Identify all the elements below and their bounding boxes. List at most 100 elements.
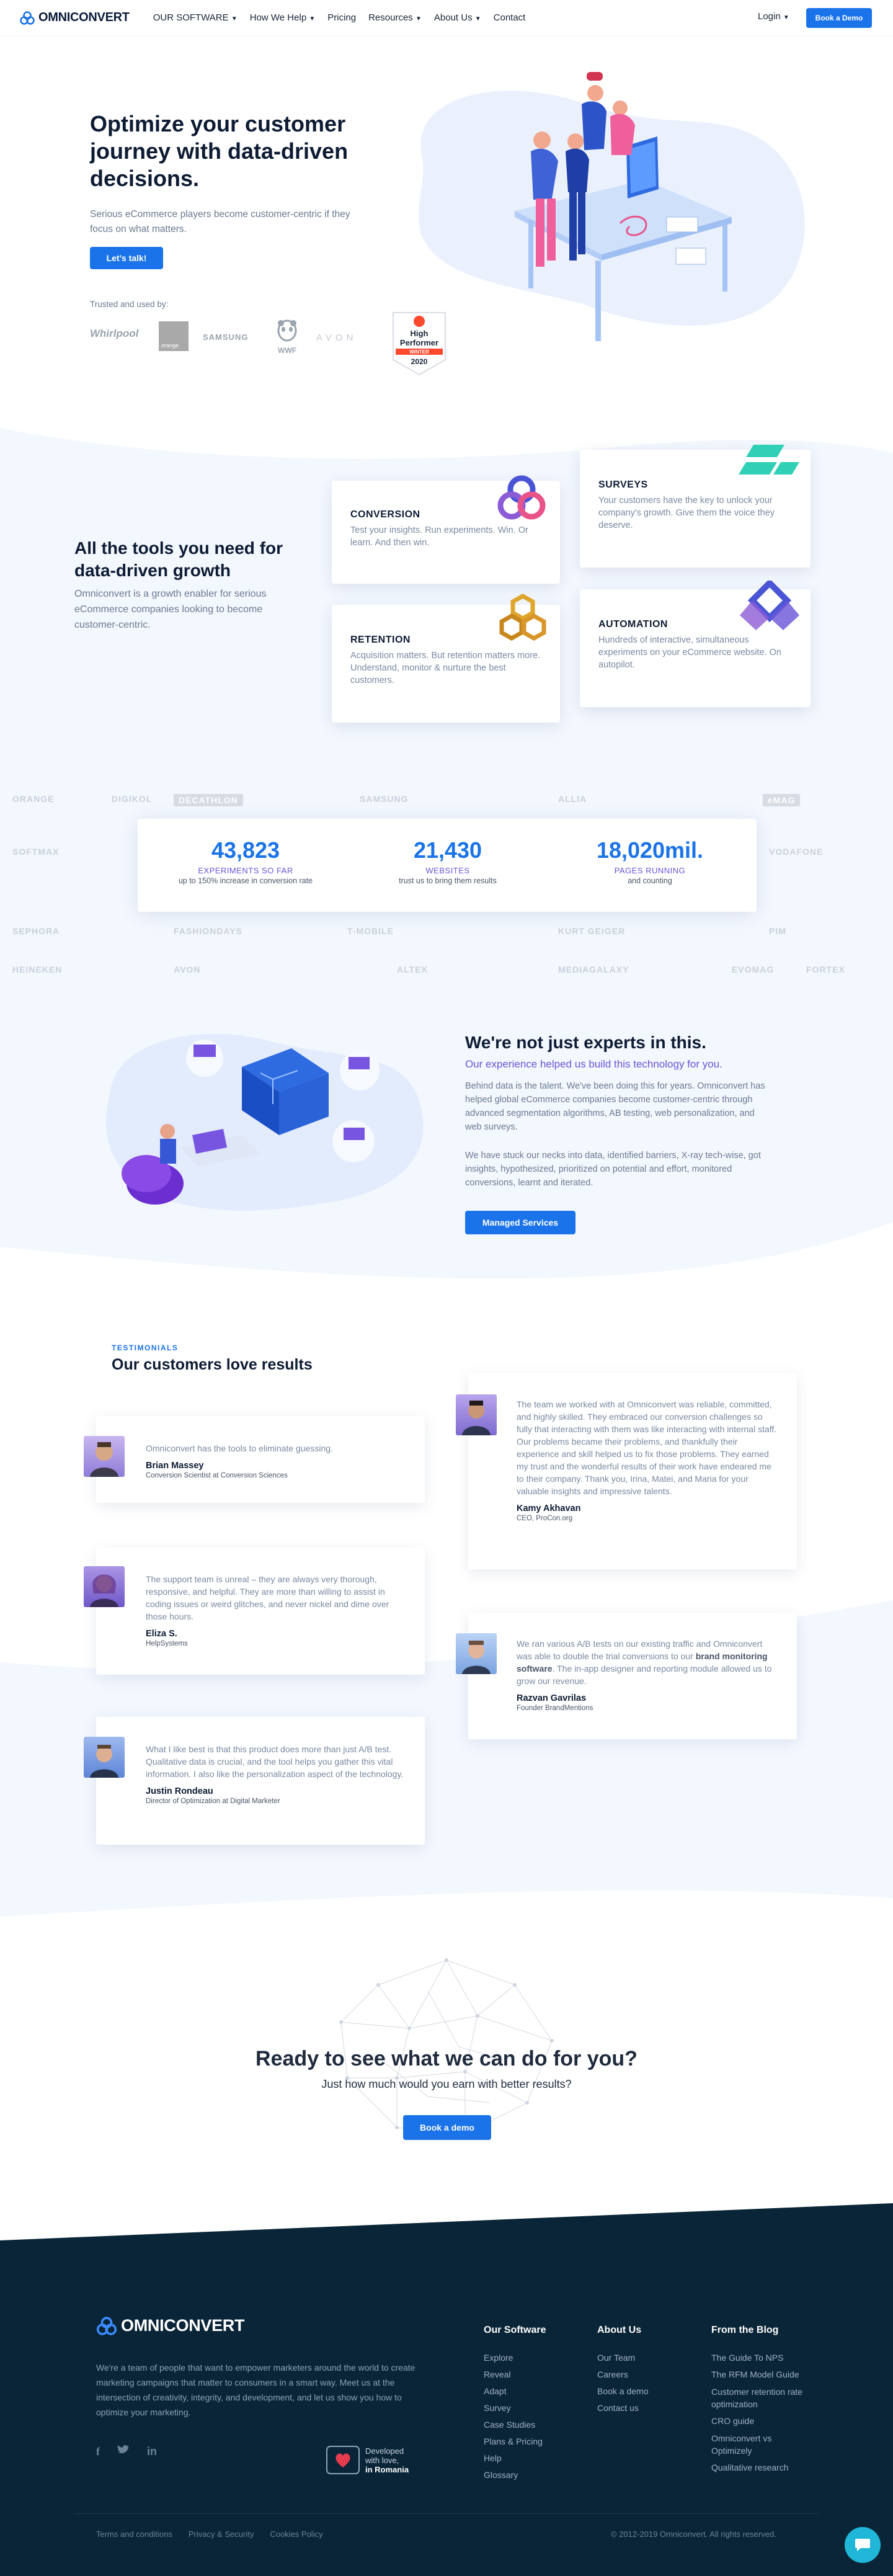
book-a-demo-button[interactable]: Book a demo <box>403 2115 491 2140</box>
footer-link-glossary[interactable]: Glossary <box>484 2467 546 2484</box>
client-logo: ALTEX <box>397 965 428 974</box>
nav-contact[interactable]: Contact <box>494 12 526 23</box>
tool-card-retention[interactable]: RETENTION Acquisition matters. But reten… <box>332 594 560 723</box>
conversion-icon <box>497 475 546 520</box>
testimonial-card: The support team is unreal – they are al… <box>96 1547 425 1675</box>
client-logo: EVOMAG <box>732 965 775 974</box>
book-demo-button[interactable]: Book a Demo <box>806 8 872 28</box>
footer-link-our-team[interactable]: Our Team <box>597 2350 649 2366</box>
footer-column-blog: From the Blog The Guide To NPS The RFM M… <box>711 2325 811 2476</box>
logo-avon: AVON <box>316 332 357 343</box>
footer-link-blog[interactable]: Customer retention rate optimization <box>711 2386 811 2410</box>
footer-divider <box>74 2513 819 2514</box>
footer-wave <box>0 2203 893 2242</box>
nav-our-software-label: OUR SOFTWARE <box>153 12 229 23</box>
chevron-down-icon: ▼ <box>783 14 789 21</box>
nav-about-us-label: About Us <box>433 12 473 23</box>
automation-icon <box>740 581 799 630</box>
stat-websites-label: WEBSITES <box>425 866 470 875</box>
footer: OMNICONVERT We're a team of people that … <box>0 2203 893 2576</box>
badge-season: WINTER <box>409 349 429 355</box>
login-link[interactable]: Login ▼ <box>758 11 789 22</box>
nav-how-we-help[interactable]: How We Help ▼ <box>250 12 316 23</box>
surveys-icon <box>739 445 799 475</box>
stat-websites: 21,430 WEBSITES trust us to bring them r… <box>355 837 541 885</box>
testimonial-role: Director of Optimization at Digital Mark… <box>146 1798 280 1805</box>
tool-card-retention-text: Acquisition matters. But retention matte… <box>350 651 541 685</box>
footer-link-careers[interactable]: Careers <box>597 2366 649 2383</box>
managed-services-button[interactable]: Managed Services <box>465 1211 575 1234</box>
nav-pricing[interactable]: Pricing <box>327 12 356 23</box>
experts-title: We're not just experts in this. <box>465 1033 706 1052</box>
legal-links: Terms and conditions Privacy & Security … <box>96 2529 323 2539</box>
testimonial-text-part: . The in-app designer and reporting modu… <box>517 1664 772 1686</box>
lets-talk-button[interactable]: Let's talk! <box>90 247 163 269</box>
logo-orange: orange <box>159 321 189 351</box>
testimonials-title: Our customers love results <box>112 1356 313 1373</box>
tool-card-automation[interactable]: AUTOMATION Hundreds of interactive, simu… <box>580 581 811 707</box>
twitter-icon[interactable] <box>117 2445 130 2458</box>
experts-paragraph-1: Behind data is the talent. We've been do… <box>465 1081 765 1132</box>
hero-illustration <box>384 68 819 341</box>
avatar <box>84 1436 125 1477</box>
tool-card-surveys[interactable]: SURVEYS Your customers have the key to u… <box>580 445 811 568</box>
footer-link-explore[interactable]: Explore <box>484 2350 546 2366</box>
g2-high-performer-badge: High Performer WINTER 2020 <box>389 310 449 377</box>
footer-brand-logo[interactable]: OMNICONVERT <box>96 2316 245 2335</box>
client-logo: SEPHORA <box>12 926 60 936</box>
testimonial-name: Justin Rondeau <box>146 1786 213 1796</box>
testimonial-name: Razvan Gavrilas <box>517 1693 587 1703</box>
tool-card-surveys-text: Your customers have the key to unlock yo… <box>598 496 775 530</box>
linkedin-icon[interactable]: in <box>147 2445 157 2458</box>
client-logo: eMAG <box>763 794 801 806</box>
nav-our-software[interactable]: OUR SOFTWARE ▼ <box>153 12 238 23</box>
omniconvert-logo-icon <box>20 11 35 25</box>
nav-about-us[interactable]: About Us ▼ <box>434 12 481 23</box>
stat-experiments-sub: up to 150% increase in conversion rate <box>178 876 313 885</box>
footer-link-blog[interactable]: The Guide To NPS <box>711 2350 811 2366</box>
stat-experiments: 43,823 EXPERIMENTS SO FAR up to 150% inc… <box>153 837 339 885</box>
footer-link-case-studies[interactable]: Case Studies <box>484 2417 546 2433</box>
nav-how-we-help-label: How We Help <box>249 12 307 23</box>
developed-in-romania: Developed with love, in Romania <box>326 2445 409 2475</box>
footer-link-plans-pricing[interactable]: Plans & Pricing <box>484 2433 546 2450</box>
stat-pages-sub: and counting <box>628 876 672 885</box>
footer-link-contact[interactable]: Contact us <box>597 2400 649 2417</box>
privacy-link[interactable]: Privacy & Security <box>189 2529 254 2539</box>
testimonial-role: CEO, ProCon.org <box>517 1515 573 1522</box>
testimonial-role: Founder BrandMentions <box>517 1705 593 1712</box>
footer-link-book-demo[interactable]: Book a demo <box>597 2383 649 2400</box>
nav-resources[interactable]: Resources ▼ <box>368 12 422 23</box>
testimonial-name: Brian Massey <box>146 1461 204 1471</box>
stat-websites-sub: trust us to bring them results <box>399 876 497 885</box>
footer-link-reveal[interactable]: Reveal <box>484 2366 546 2383</box>
footer-column-about: About Us Our Team Careers Book a demo Co… <box>597 2325 649 2417</box>
client-logo: FORTEX <box>806 965 845 974</box>
heart-hands-icon <box>326 2446 360 2474</box>
testimonial-text: The support team is unreal – they are al… <box>146 1574 389 1621</box>
logo-wwf-label: WWF <box>278 346 296 355</box>
footer-link-blog[interactable]: Qualitative research <box>711 2459 811 2476</box>
testimonial-text: Omniconvert has the tools to eliminate g… <box>146 1443 333 1453</box>
testimonial-name: Eliza S. <box>146 1629 177 1639</box>
testimonial-text: The team we worked with at Omniconvert w… <box>517 1399 777 1496</box>
brand-name: OMNICONVERT <box>38 11 130 24</box>
tool-card-conversion[interactable]: CONVERSION Test your insights. Run exper… <box>332 475 560 584</box>
hero-title: Optimize your customer journey with data… <box>90 111 349 191</box>
chat-widget-button[interactable] <box>845 2527 881 2563</box>
cta-title: Ready to see what we can do for you? <box>255 2047 638 2070</box>
terms-link[interactable]: Terms and conditions <box>96 2529 172 2539</box>
experts-paragraph-2: We have stuck our necks into data, ident… <box>465 1151 761 1188</box>
brand-logo[interactable]: OMNICONVERT <box>20 11 130 25</box>
client-logo: KURT GEIGER <box>558 926 626 936</box>
footer-link-blog[interactable]: CRO guide <box>711 2413 811 2430</box>
facebook-icon[interactable]: f <box>96 2445 100 2458</box>
footer-link-blog[interactable]: The RFM Model Guide <box>711 2366 811 2383</box>
chevron-down-icon: ▼ <box>309 16 316 22</box>
footer-link-survey[interactable]: Survey <box>484 2400 546 2417</box>
cookies-link[interactable]: Cookies Policy <box>270 2529 322 2539</box>
footer-link-adapt[interactable]: Adapt <box>484 2383 546 2400</box>
footer-link-blog[interactable]: Omniconvert vs Optimizely <box>711 2432 811 2457</box>
logo-whirlpool: Whirlpool <box>90 328 139 339</box>
footer-link-help[interactable]: Help <box>484 2450 546 2467</box>
